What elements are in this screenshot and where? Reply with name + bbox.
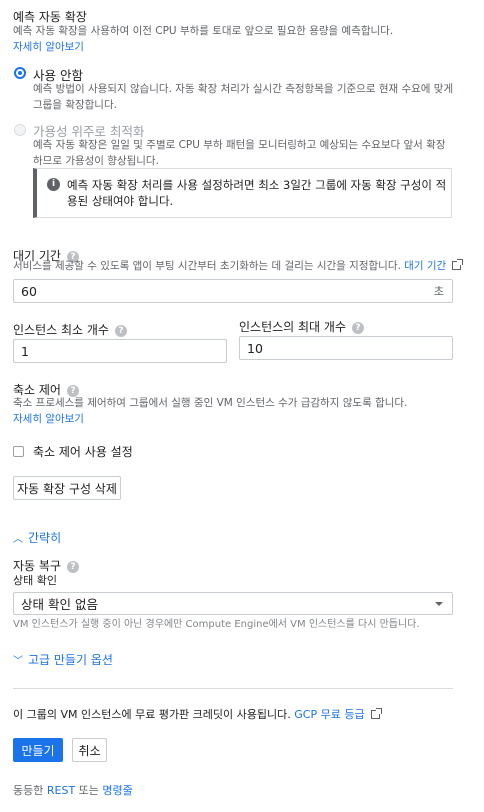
max-instances-input[interactable]: 10 xyxy=(239,336,453,360)
equivalent-mid: 또는 xyxy=(78,784,99,797)
divider xyxy=(13,688,453,689)
radio-optimize[interactable] xyxy=(14,124,26,136)
scalein-learn-more-link[interactable]: 자세히 알아보기 xyxy=(13,411,84,427)
predictive-desc: 예측 자동 확장을 사용하여 이전 CPU 부하를 토대로 앞으로 필요한 용량… xyxy=(13,25,394,37)
delete-autoscaling-button[interactable]: 자동 확장 구성 삭제 xyxy=(13,476,121,500)
chevron-up-icon: ︿ xyxy=(13,534,23,545)
advanced-options-label: 고급 만들기 옵션 xyxy=(28,653,113,667)
scalein-checkbox-label: 축소 제어 사용 설정 xyxy=(33,445,133,459)
command-line-link[interactable]: 명령줄 xyxy=(102,784,132,797)
cooldown-value: 60 xyxy=(21,283,37,299)
min-instances-input[interactable]: 1 xyxy=(13,339,227,363)
autoheal-title: 자동 복구 xyxy=(13,559,61,573)
info-text: 예측 자동 확장 처리를 사용 설정하려면 최소 3일간 그룹에 자동 확장 구… xyxy=(67,178,447,208)
cooldown-desc: 서비스를 제공할 수 있도록 앱이 부팅 시간부터 초기화하는 데 걸리는 시간… xyxy=(13,260,401,272)
rest-link[interactable]: REST xyxy=(47,784,75,797)
collapse-link[interactable]: ︿ 간략히 xyxy=(13,529,61,546)
free-tier-link[interactable]: GCP 무료 등급 xyxy=(294,708,364,721)
credit-row: 이 그룹의 VM 인스턴스에 무료 평가판 크레딧이 사용됩니다. GCP 무료… xyxy=(13,706,382,722)
autoheal-desc: VM 인스턴스가 실행 중이 아닌 경우에만 Compute Engine에서 … xyxy=(13,619,420,630)
chevron-down-icon: ﹀ xyxy=(13,656,23,667)
radio-dot xyxy=(18,71,22,75)
radio-disabled[interactable] xyxy=(14,67,26,79)
radio-disabled-desc: 예측 방법이 사용되지 않습니다. 자동 확장 처리가 실시간 측정항목을 기준… xyxy=(33,83,454,111)
help-icon[interactable]: ? xyxy=(66,560,79,573)
min-instances-label-row: 인스턴스 최소 개수? xyxy=(13,321,127,338)
equivalent-prefix: 동등한 xyxy=(13,784,44,797)
credit-text: 이 그룹의 VM 인스턴스에 무료 평가판 크레딧이 사용됩니다. xyxy=(13,708,291,721)
equivalent-row: 동등한 REST 또는 명령줄 xyxy=(13,782,133,798)
dropdown-arrow-icon xyxy=(435,602,443,606)
max-instances-value: 10 xyxy=(247,340,263,356)
cancel-button[interactable]: 취소 xyxy=(72,738,107,762)
advanced-options-link[interactable]: ﹀ 고급 만들기 옵션 xyxy=(13,651,113,668)
help-icon[interactable]: ? xyxy=(352,321,364,334)
info-icon: i xyxy=(47,178,60,191)
max-instances-label: 인스턴스의 최대 개수 xyxy=(239,320,346,334)
radio-optimize-desc: 예측 자동 확장은 일일 및 주별로 CPU 부하 패턴을 모니터링하고 예상되… xyxy=(33,139,446,167)
cooldown-unit: 초 xyxy=(433,285,444,298)
min-instances-value: 1 xyxy=(21,343,29,359)
cooldown-input[interactable]: 60 초 xyxy=(13,279,453,303)
scalein-checkbox[interactable] xyxy=(13,446,24,457)
external-link-icon xyxy=(370,708,382,719)
help-icon[interactable]: ? xyxy=(114,324,127,337)
info-box: i 예측 자동 확장 처리를 사용 설정하려면 최소 3일간 그룹에 자동 확장… xyxy=(33,168,452,218)
health-check-label: 상태 확인 xyxy=(13,574,57,587)
scalein-desc: 축소 프로세스를 제어하여 그룹에서 실행 중인 VM 인스턴스 수가 급감하지… xyxy=(13,397,408,409)
min-instances-label: 인스턴스 최소 개수 xyxy=(13,323,109,337)
external-link-icon xyxy=(452,259,464,270)
predictive-learn-more-link[interactable]: 자세히 알아보기 xyxy=(13,39,84,55)
health-check-select[interactable]: 상태 확인 없음 xyxy=(13,592,453,615)
health-check-value: 상태 확인 없음 xyxy=(21,597,98,612)
cooldown-link[interactable]: 대기 기간 xyxy=(404,260,446,272)
collapse-label: 간략히 xyxy=(28,531,62,545)
cooldown-desc-row: 서비스를 제공할 수 있도록 앱이 부팅 시간부터 초기화하는 데 걸리는 시간… xyxy=(13,258,464,274)
create-button[interactable]: 만들기 xyxy=(13,738,63,762)
max-instances-label-row: 인스턴스의 최대 개수? xyxy=(239,318,364,335)
